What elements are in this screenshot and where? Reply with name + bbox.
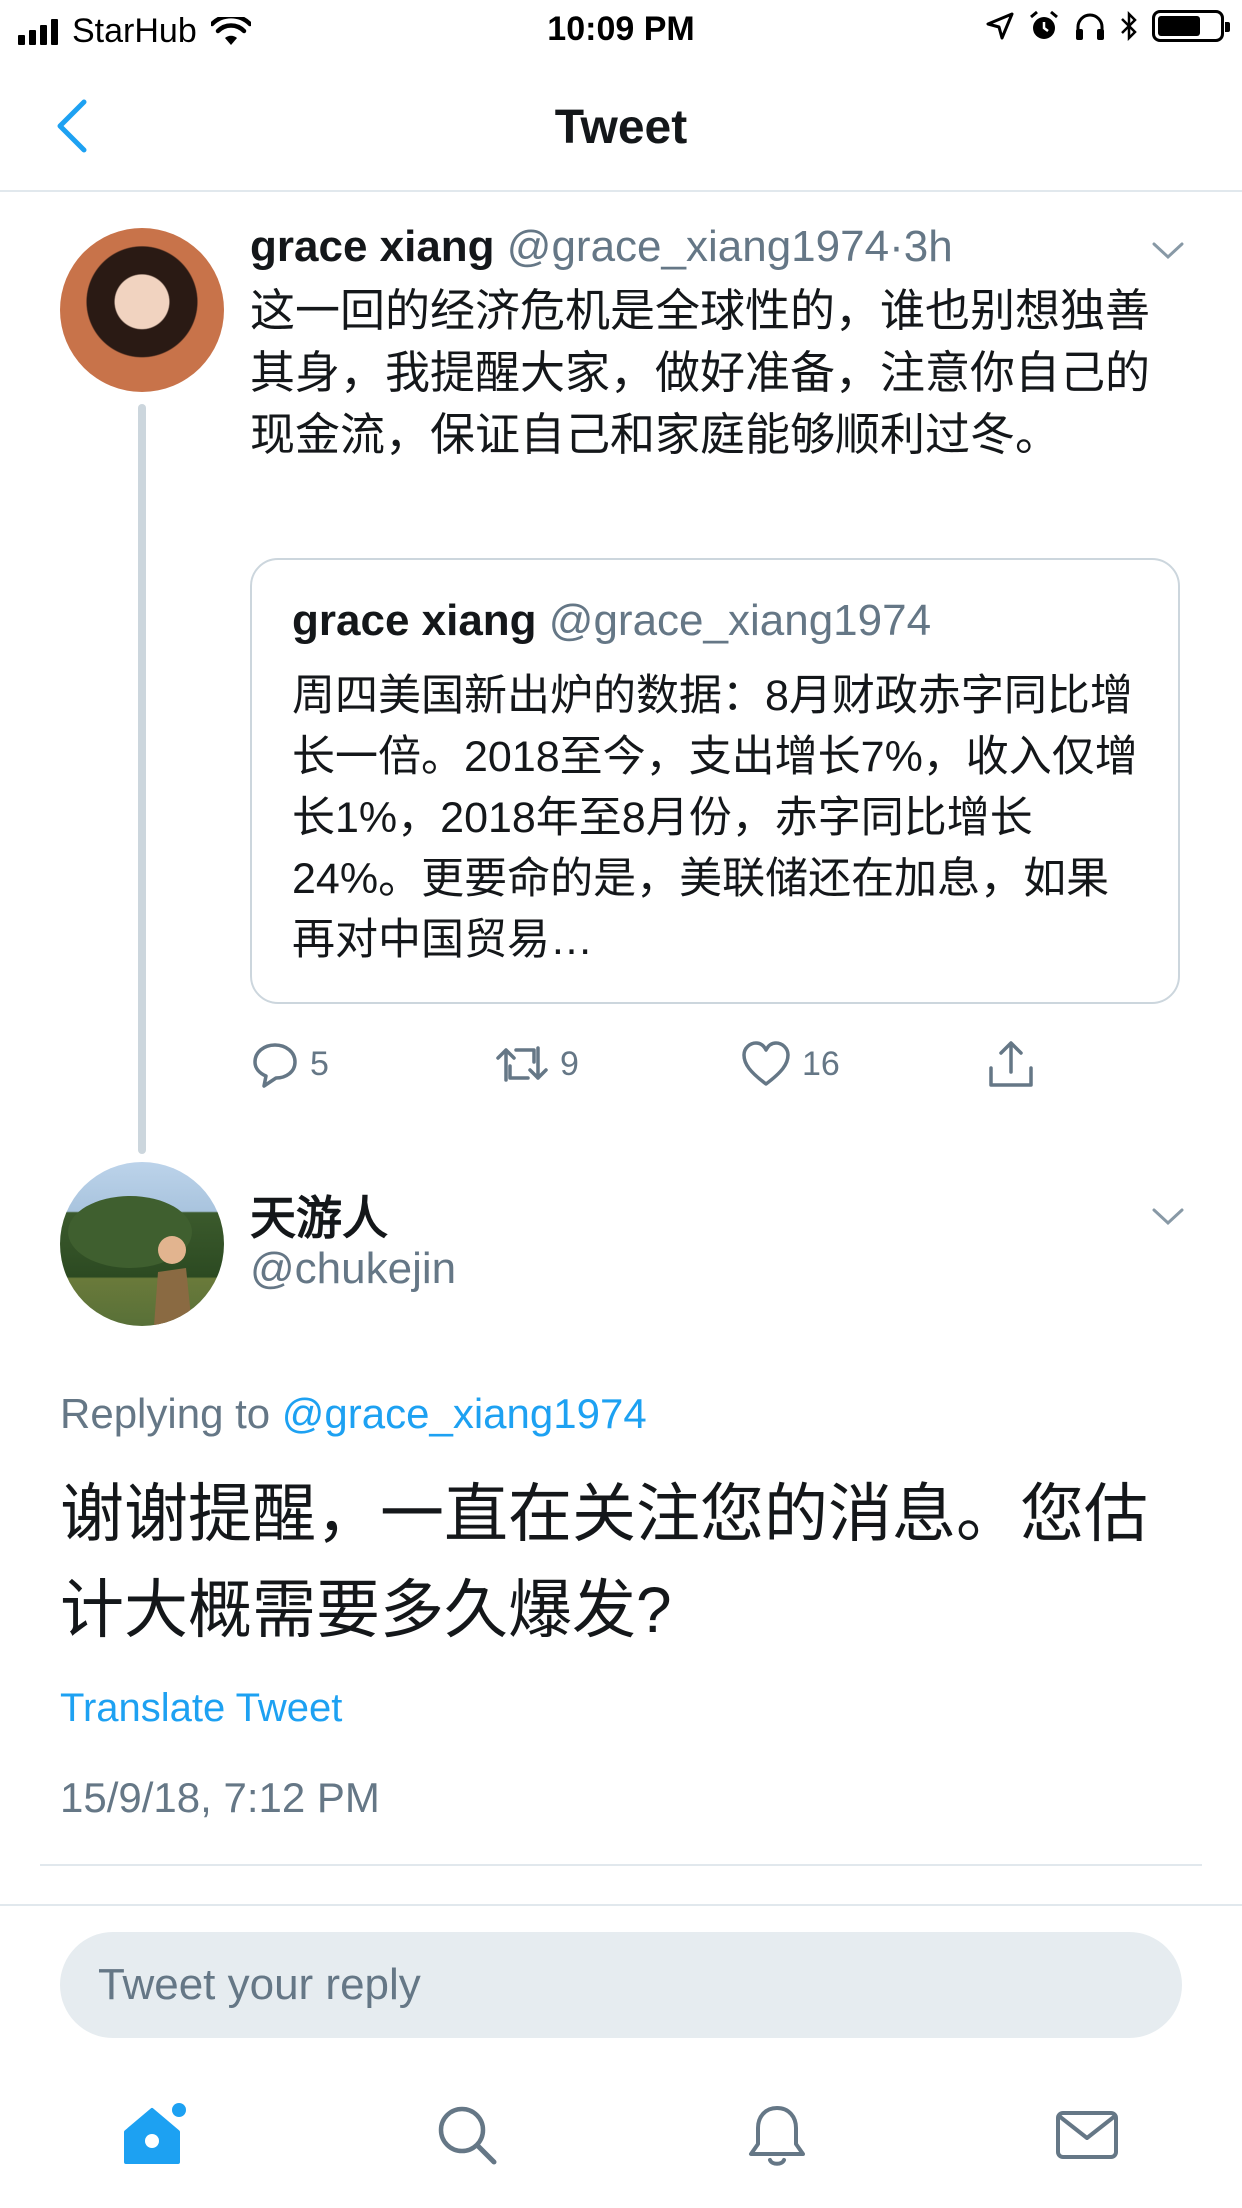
quoted-tweet-header: grace xiang @grace_xiang1974 <box>292 596 931 646</box>
avatar[interactable] <box>60 1162 224 1326</box>
thread-line <box>138 404 146 1154</box>
author-handle[interactable]: @chukejin <box>250 1244 456 1294</box>
bluetooth-icon <box>1121 11 1137 41</box>
caret-down-icon <box>1152 1208 1184 1226</box>
replying-to-label: Replying to <box>60 1390 271 1437</box>
reply-count: 5 <box>310 1044 329 1083</box>
alarm-icon <box>1030 10 1058 39</box>
status-bar: StarHub 10:09 PM <box>0 0 1242 62</box>
divider <box>40 1864 1202 1866</box>
notifications-icon <box>749 2106 805 2166</box>
retweet-count: 9 <box>560 1044 579 1083</box>
home-icon <box>124 2103 186 2164</box>
tab-home[interactable] <box>120 2100 190 2170</box>
status-right <box>986 10 1230 42</box>
share-icon <box>989 1041 1033 1087</box>
tweet-options-button[interactable] <box>1150 1206 1186 1228</box>
nav-bar: Tweet <box>0 62 1242 192</box>
quoted-author-handle: @grace_xiang1974 <box>548 596 932 645</box>
reply-button[interactable]: 5 <box>250 1040 329 1088</box>
like-button[interactable]: 16 <box>740 1040 840 1088</box>
tweet-text: 谢谢提醒，一直在关注您的消息。您估计大概需要多久爆发? <box>60 1478 1148 1646</box>
avatar-photo <box>68 1196 192 1326</box>
quoted-tweet[interactable]: grace xiang @grace_xiang1974 周四美国新出炉的数据：… <box>250 558 1180 1004</box>
translate-tweet-link[interactable]: Translate Tweet <box>60 1686 342 1731</box>
caret-down-icon <box>1152 242 1184 260</box>
share-button[interactable] <box>986 1040 1036 1090</box>
avatar[interactable] <box>60 228 224 392</box>
replying-to-mention[interactable]: @grace_xiang1974 <box>282 1390 647 1437</box>
tab-search[interactable] <box>432 2100 502 2170</box>
author-name[interactable]: grace xiang <box>250 222 495 271</box>
search-icon <box>438 2106 497 2165</box>
tweet-header: grace xiang @grace_xiang1974·3h <box>250 222 953 272</box>
reply-icon <box>253 1043 297 1088</box>
page-title: Tweet <box>554 101 688 154</box>
quoted-author-name: grace xiang <box>292 596 537 645</box>
meta-separator: · <box>889 222 904 271</box>
tab-messages[interactable] <box>1052 2100 1122 2170</box>
headphones-icon <box>1076 13 1104 40</box>
quoted-tweet-text: 周四美国新出炉的数据：8月财政赤字同比增长一倍。2018至今，支出增长7%，收入… <box>292 672 1138 964</box>
divider <box>0 1904 1242 1906</box>
retweet-button[interactable]: 9 <box>494 1040 579 1088</box>
author-handle[interactable]: @grace_xiang1974 <box>507 222 889 271</box>
author-name[interactable]: 天游人 <box>250 1182 388 1248</box>
tweet-options-button[interactable] <box>1150 240 1186 262</box>
tweet-timestamp: 15/9/18, 7:12 PM <box>60 1774 380 1821</box>
tweet-text: 这一回的经济危机是全球性的，谁也别想独善其身，我提醒大家，做好准备，注意你自己的… <box>250 285 1151 460</box>
battery-icon <box>1152 10 1230 42</box>
reply-input[interactable] <box>60 1932 1182 2038</box>
replying-to: Replying to @grace_xiang1974 <box>60 1390 647 1438</box>
like-count: 16 <box>802 1044 840 1083</box>
tweet-actions: 5 9 16 <box>250 1040 1050 1100</box>
messages-icon <box>1056 2111 1118 2159</box>
like-icon <box>742 1041 790 1086</box>
tab-notifications[interactable] <box>742 2100 812 2170</box>
location-arrow-icon <box>986 12 1014 40</box>
retweet-icon <box>496 1046 548 1082</box>
tweet-time: 3h <box>903 222 953 271</box>
